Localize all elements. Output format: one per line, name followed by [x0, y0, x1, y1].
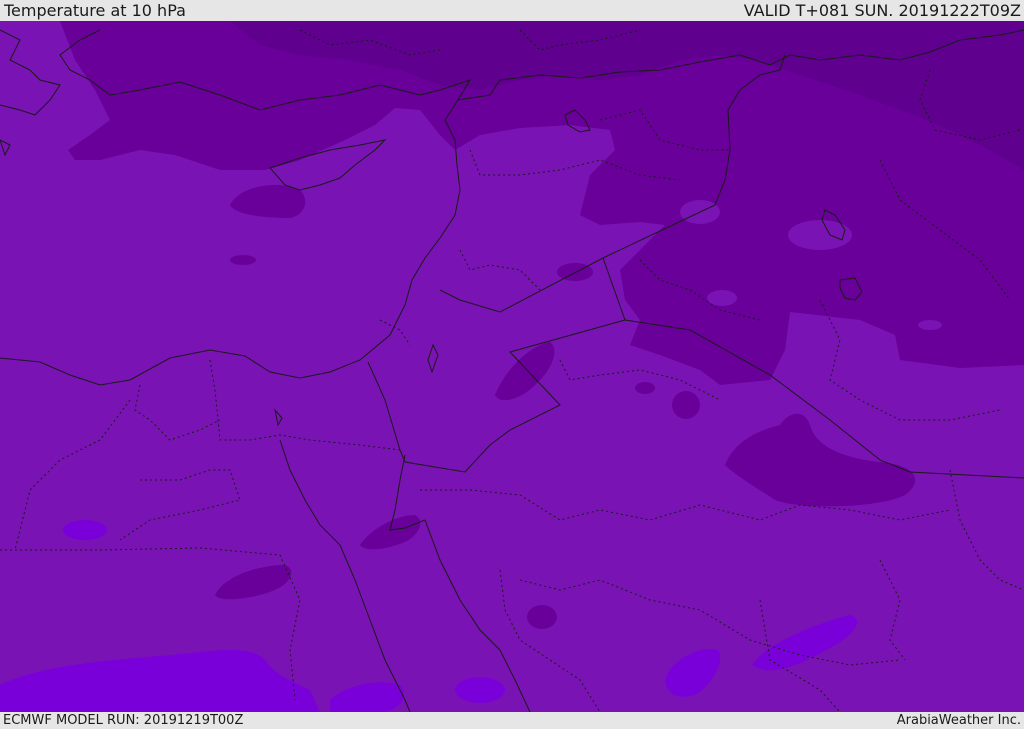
cold-blob-hejaz: [527, 605, 557, 629]
header-bar: Temperature at 10 hPa VALID T+081 SUN. 2…: [0, 0, 1024, 21]
warm-pocket-1: [788, 220, 852, 250]
footer-bar: ECMWF MODEL RUN: 20191219T00Z ArabiaWeat…: [0, 712, 1024, 729]
warm-pocket-4: [918, 320, 942, 330]
weather-map: [0, 21, 1024, 712]
credit-label: ArabiaWeather Inc.: [896, 713, 1021, 728]
warm-blob-2: [455, 677, 505, 703]
map-canvas: [0, 21, 1024, 712]
warm-pocket-3: [707, 290, 737, 306]
warm-blob-1: [63, 520, 107, 540]
cold-blob-small-3: [672, 391, 700, 419]
cold-blob-small-1: [230, 255, 256, 265]
map-title: Temperature at 10 hPa: [4, 1, 186, 20]
valid-time: VALID T+081 SUN. 20191222T09Z: [743, 1, 1021, 20]
model-run-label: ECMWF MODEL RUN: 20191219T00Z: [3, 713, 244, 728]
cold-blob-small-2: [635, 382, 655, 394]
